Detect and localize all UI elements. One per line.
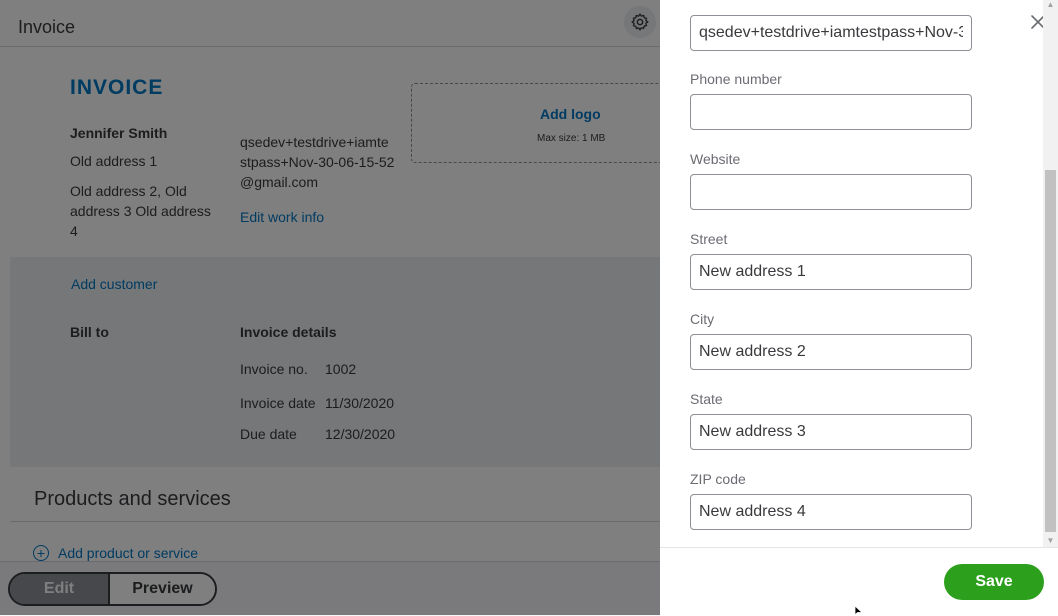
- phone-label: Phone number: [690, 71, 782, 87]
- scroll-up-icon[interactable]: ▲: [1045, 0, 1056, 10]
- city-label: City: [690, 311, 715, 327]
- panel-footer-divider: [660, 547, 1058, 548]
- scrollbar-thumb[interactable]: [1045, 170, 1056, 532]
- mouse-cursor-icon: [855, 606, 863, 615]
- website-label: Website: [690, 151, 741, 167]
- website-field[interactable]: [690, 174, 972, 210]
- state-field[interactable]: [690, 414, 972, 450]
- street-label: Street: [690, 231, 728, 247]
- phone-field[interactable]: [690, 94, 972, 130]
- scroll-down-icon[interactable]: ▼: [1045, 536, 1056, 546]
- modal-overlay[interactable]: [0, 0, 660, 615]
- save-button[interactable]: Save: [944, 564, 1044, 600]
- zip-field[interactable]: [690, 494, 972, 530]
- city-field[interactable]: [690, 334, 972, 370]
- zip-label: ZIP code: [690, 471, 746, 487]
- state-label: State: [690, 391, 723, 407]
- street-field[interactable]: [690, 254, 972, 290]
- email-field[interactable]: [690, 15, 972, 51]
